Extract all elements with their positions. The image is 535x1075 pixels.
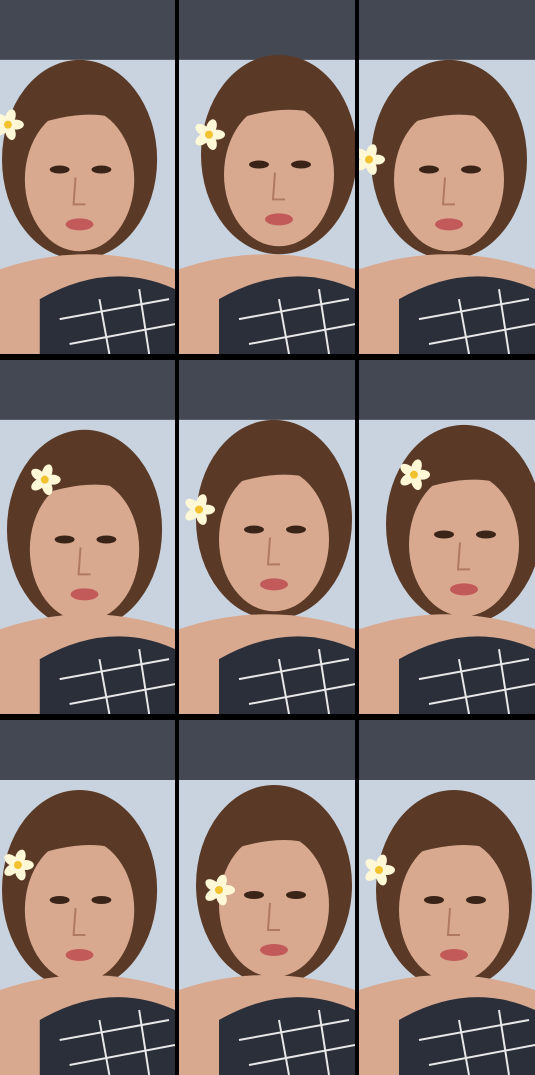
photo-frame-7: [0, 720, 175, 1075]
portrait-illustration: [359, 360, 535, 714]
portrait-illustration: [0, 720, 175, 1075]
portrait-illustration: [0, 360, 175, 714]
portrait-illustration: [179, 720, 355, 1075]
portrait-illustration: [359, 0, 535, 354]
portrait-illustration: [179, 360, 355, 714]
photo-frame-6: [359, 360, 535, 714]
photo-frame-3: [359, 0, 535, 354]
photo-frame-1: [0, 0, 175, 354]
portrait-illustration: [179, 0, 355, 354]
portrait-illustration: [359, 720, 535, 1075]
photo-frame-2: [179, 0, 355, 354]
photo-collage-grid: [0, 0, 535, 1075]
photo-frame-8: [179, 720, 355, 1075]
portrait-illustration: [0, 0, 175, 354]
photo-frame-9: [359, 720, 535, 1075]
photo-frame-4: [0, 360, 175, 714]
photo-frame-5: [179, 360, 355, 714]
